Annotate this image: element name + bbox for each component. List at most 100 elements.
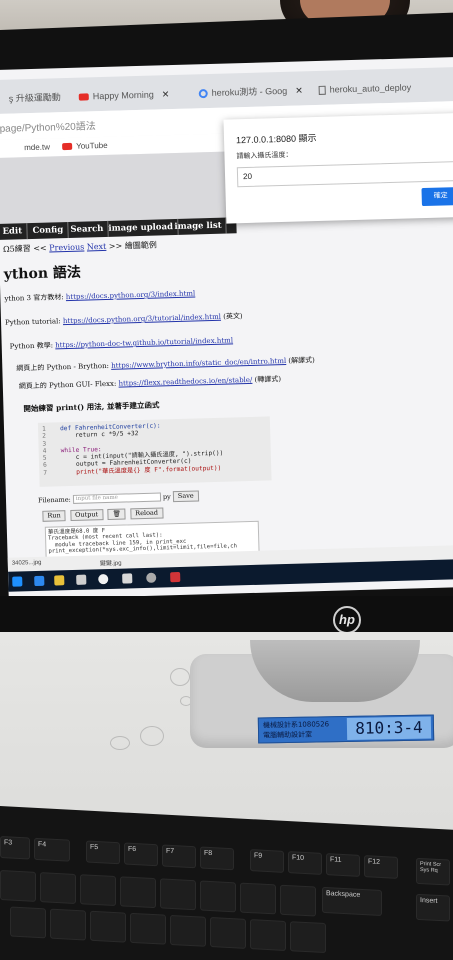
key[interactable] bbox=[240, 882, 276, 915]
sticker-code: 810:3-4 bbox=[346, 716, 432, 740]
folder-icon[interactable] bbox=[54, 575, 65, 586]
key[interactable]: F9 bbox=[250, 849, 284, 873]
key[interactable] bbox=[0, 870, 36, 902]
key[interactable]: F5 bbox=[86, 840, 120, 865]
file-extension: py bbox=[162, 492, 171, 501]
close-icon[interactable]: ✕ bbox=[162, 89, 170, 99]
key[interactable] bbox=[90, 910, 126, 943]
resource-label: Python 教學: bbox=[9, 341, 56, 351]
key[interactable] bbox=[290, 921, 326, 954]
resource-line: 網頁上的 Python GUI- Flexx: https://flexx.re… bbox=[19, 374, 281, 391]
app-icon[interactable] bbox=[122, 573, 133, 584]
edge-icon[interactable] bbox=[34, 575, 45, 587]
key[interactable] bbox=[250, 919, 286, 951]
filename-row: Filename: input file name py Save bbox=[38, 490, 199, 505]
key[interactable]: F12 bbox=[364, 855, 398, 879]
resource-label: 網頁上的 Python - Brython: bbox=[16, 361, 112, 373]
resource-note: (轉譯式) bbox=[252, 375, 282, 384]
key[interactable] bbox=[160, 878, 196, 911]
hp-logo: hp bbox=[333, 606, 361, 634]
breadcrumb-lead: Ω5練習 << bbox=[2, 243, 47, 254]
key[interactable]: Print Scr Sys Rq bbox=[416, 857, 450, 886]
filename-input[interactable]: input file name bbox=[72, 492, 161, 504]
bookmark-youtube[interactable]: YouTube bbox=[62, 141, 108, 151]
resource-label: 網頁上的 Python GUI- Flexx: bbox=[18, 379, 119, 391]
trash-icon: 🗑 bbox=[112, 509, 121, 518]
save-button[interactable]: Save bbox=[172, 490, 199, 503]
nav-image-upload[interactable]: image upload bbox=[104, 218, 179, 237]
nav-image-list[interactable]: image list bbox=[170, 217, 227, 236]
resource-link[interactable]: https://www.brython.info/static_doc/en/i… bbox=[111, 357, 286, 370]
key[interactable] bbox=[170, 914, 206, 947]
nav-search[interactable]: Search bbox=[66, 220, 109, 239]
next-link[interactable]: Next bbox=[87, 242, 107, 252]
key[interactable] bbox=[50, 908, 86, 941]
key[interactable]: F6 bbox=[124, 842, 158, 867]
key[interactable] bbox=[80, 874, 116, 907]
tab-label: Happy Morning bbox=[92, 89, 154, 102]
resource-link[interactable]: https://flexx.readthedocs.io/en/stable/ bbox=[118, 376, 252, 388]
sticker-text: 機械設計系1080526 電腦輔助設計室 bbox=[263, 719, 347, 740]
resource-note: (英文) bbox=[220, 312, 243, 321]
key[interactable]: F7 bbox=[162, 844, 196, 869]
chrome-icon[interactable] bbox=[98, 574, 109, 585]
monitor-screen: ş 升級運勵動 Happy Morning ✕ heroku測坊 - Goog ✕ … bbox=[0, 56, 453, 600]
resource-line: ython 3 官方教材: https://docs.python.org/3/… bbox=[4, 288, 195, 303]
clear-output-button[interactable]: 🗑 bbox=[107, 508, 127, 520]
resource-link[interactable]: https://docs.python.org/3/tutorial/index… bbox=[63, 313, 221, 325]
key[interactable] bbox=[130, 912, 166, 945]
key[interactable]: F4 bbox=[34, 837, 70, 862]
output-button[interactable]: Output bbox=[69, 509, 104, 522]
close-icon[interactable]: ✕ bbox=[295, 85, 303, 95]
bookmark-label: YouTube bbox=[76, 140, 108, 151]
resource-line: 網頁上的 Python - Brython: https://www.bryth… bbox=[16, 355, 315, 373]
ok-button[interactable]: 確定 bbox=[421, 187, 453, 207]
dialog-title: 127.0.0.1:8080 顯示 bbox=[235, 133, 317, 146]
filename-label: Filename: bbox=[37, 495, 71, 505]
sticker-line: 電腦輔助設計室 bbox=[263, 730, 313, 740]
reload-button[interactable]: Reload bbox=[130, 507, 164, 520]
resource-link[interactable]: https://python-doc-tw.github.io/tutorial… bbox=[55, 336, 233, 349]
download-item[interactable]: 鍵鍵.jpg bbox=[100, 558, 122, 568]
breadcrumb: Ω5練習 << Previous Next >> 繪圖範例 bbox=[3, 240, 157, 255]
app-icon[interactable] bbox=[146, 572, 157, 583]
key[interactable]: F11 bbox=[326, 853, 360, 877]
key[interactable]: F8 bbox=[200, 846, 234, 871]
dialog-input[interactable]: 20 bbox=[236, 161, 453, 188]
bookmark-mde[interactable]: mde.tw bbox=[24, 142, 50, 152]
key[interactable] bbox=[210, 917, 246, 949]
key[interactable] bbox=[120, 876, 156, 909]
resource-note: (解譯式) bbox=[286, 356, 315, 365]
key[interactable]: Insert bbox=[416, 893, 450, 922]
key[interactable] bbox=[10, 906, 46, 939]
run-button[interactable]: Run bbox=[42, 510, 66, 522]
tab-label: ş 升級運勵動 bbox=[8, 92, 61, 104]
resource-link[interactable]: https://docs.python.org/3/index.html bbox=[66, 289, 196, 301]
resource-line: Python tutorial: https://docs.python.org… bbox=[5, 311, 243, 328]
key[interactable]: Backspace bbox=[322, 886, 382, 917]
key[interactable] bbox=[200, 880, 236, 913]
nav-edit[interactable]: Edit bbox=[0, 223, 28, 240]
download-item[interactable]: 34025...jpg bbox=[12, 560, 42, 567]
start-icon[interactable] bbox=[12, 576, 23, 587]
store-icon[interactable] bbox=[76, 574, 87, 585]
key[interactable] bbox=[280, 884, 316, 917]
run-controls: Run Output 🗑 Reload bbox=[42, 507, 165, 522]
address-text: page/Python%20語法 bbox=[0, 121, 96, 135]
tab-label: heroku測坊 - Goog bbox=[211, 85, 288, 98]
key[interactable]: F3 bbox=[0, 836, 30, 860]
browser-tab[interactable]: ş 升級運勵動 bbox=[0, 86, 61, 110]
browser-tab-youtube[interactable]: Happy Morning ✕ bbox=[64, 83, 169, 108]
previous-link[interactable]: Previous bbox=[49, 243, 84, 253]
key[interactable]: F10 bbox=[288, 851, 322, 875]
dialog-message: 請輸入攝氏溫度： bbox=[236, 151, 293, 161]
key[interactable] bbox=[40, 872, 76, 904]
page-title: ython 語法 bbox=[3, 264, 82, 283]
app-icon[interactable] bbox=[170, 571, 181, 583]
nav-config[interactable]: Config bbox=[28, 221, 69, 240]
code-editor[interactable]: 1 def FahrenheitConverter(c): 2 return c *… bbox=[37, 416, 272, 487]
browser-tab-google[interactable]: heroku測坊 - Goog ✕ bbox=[184, 79, 303, 104]
desk-stain bbox=[140, 726, 164, 746]
browser-tab-doc[interactable]: heroku_auto_deploy bbox=[304, 76, 411, 101]
youtube-icon bbox=[62, 143, 73, 151]
